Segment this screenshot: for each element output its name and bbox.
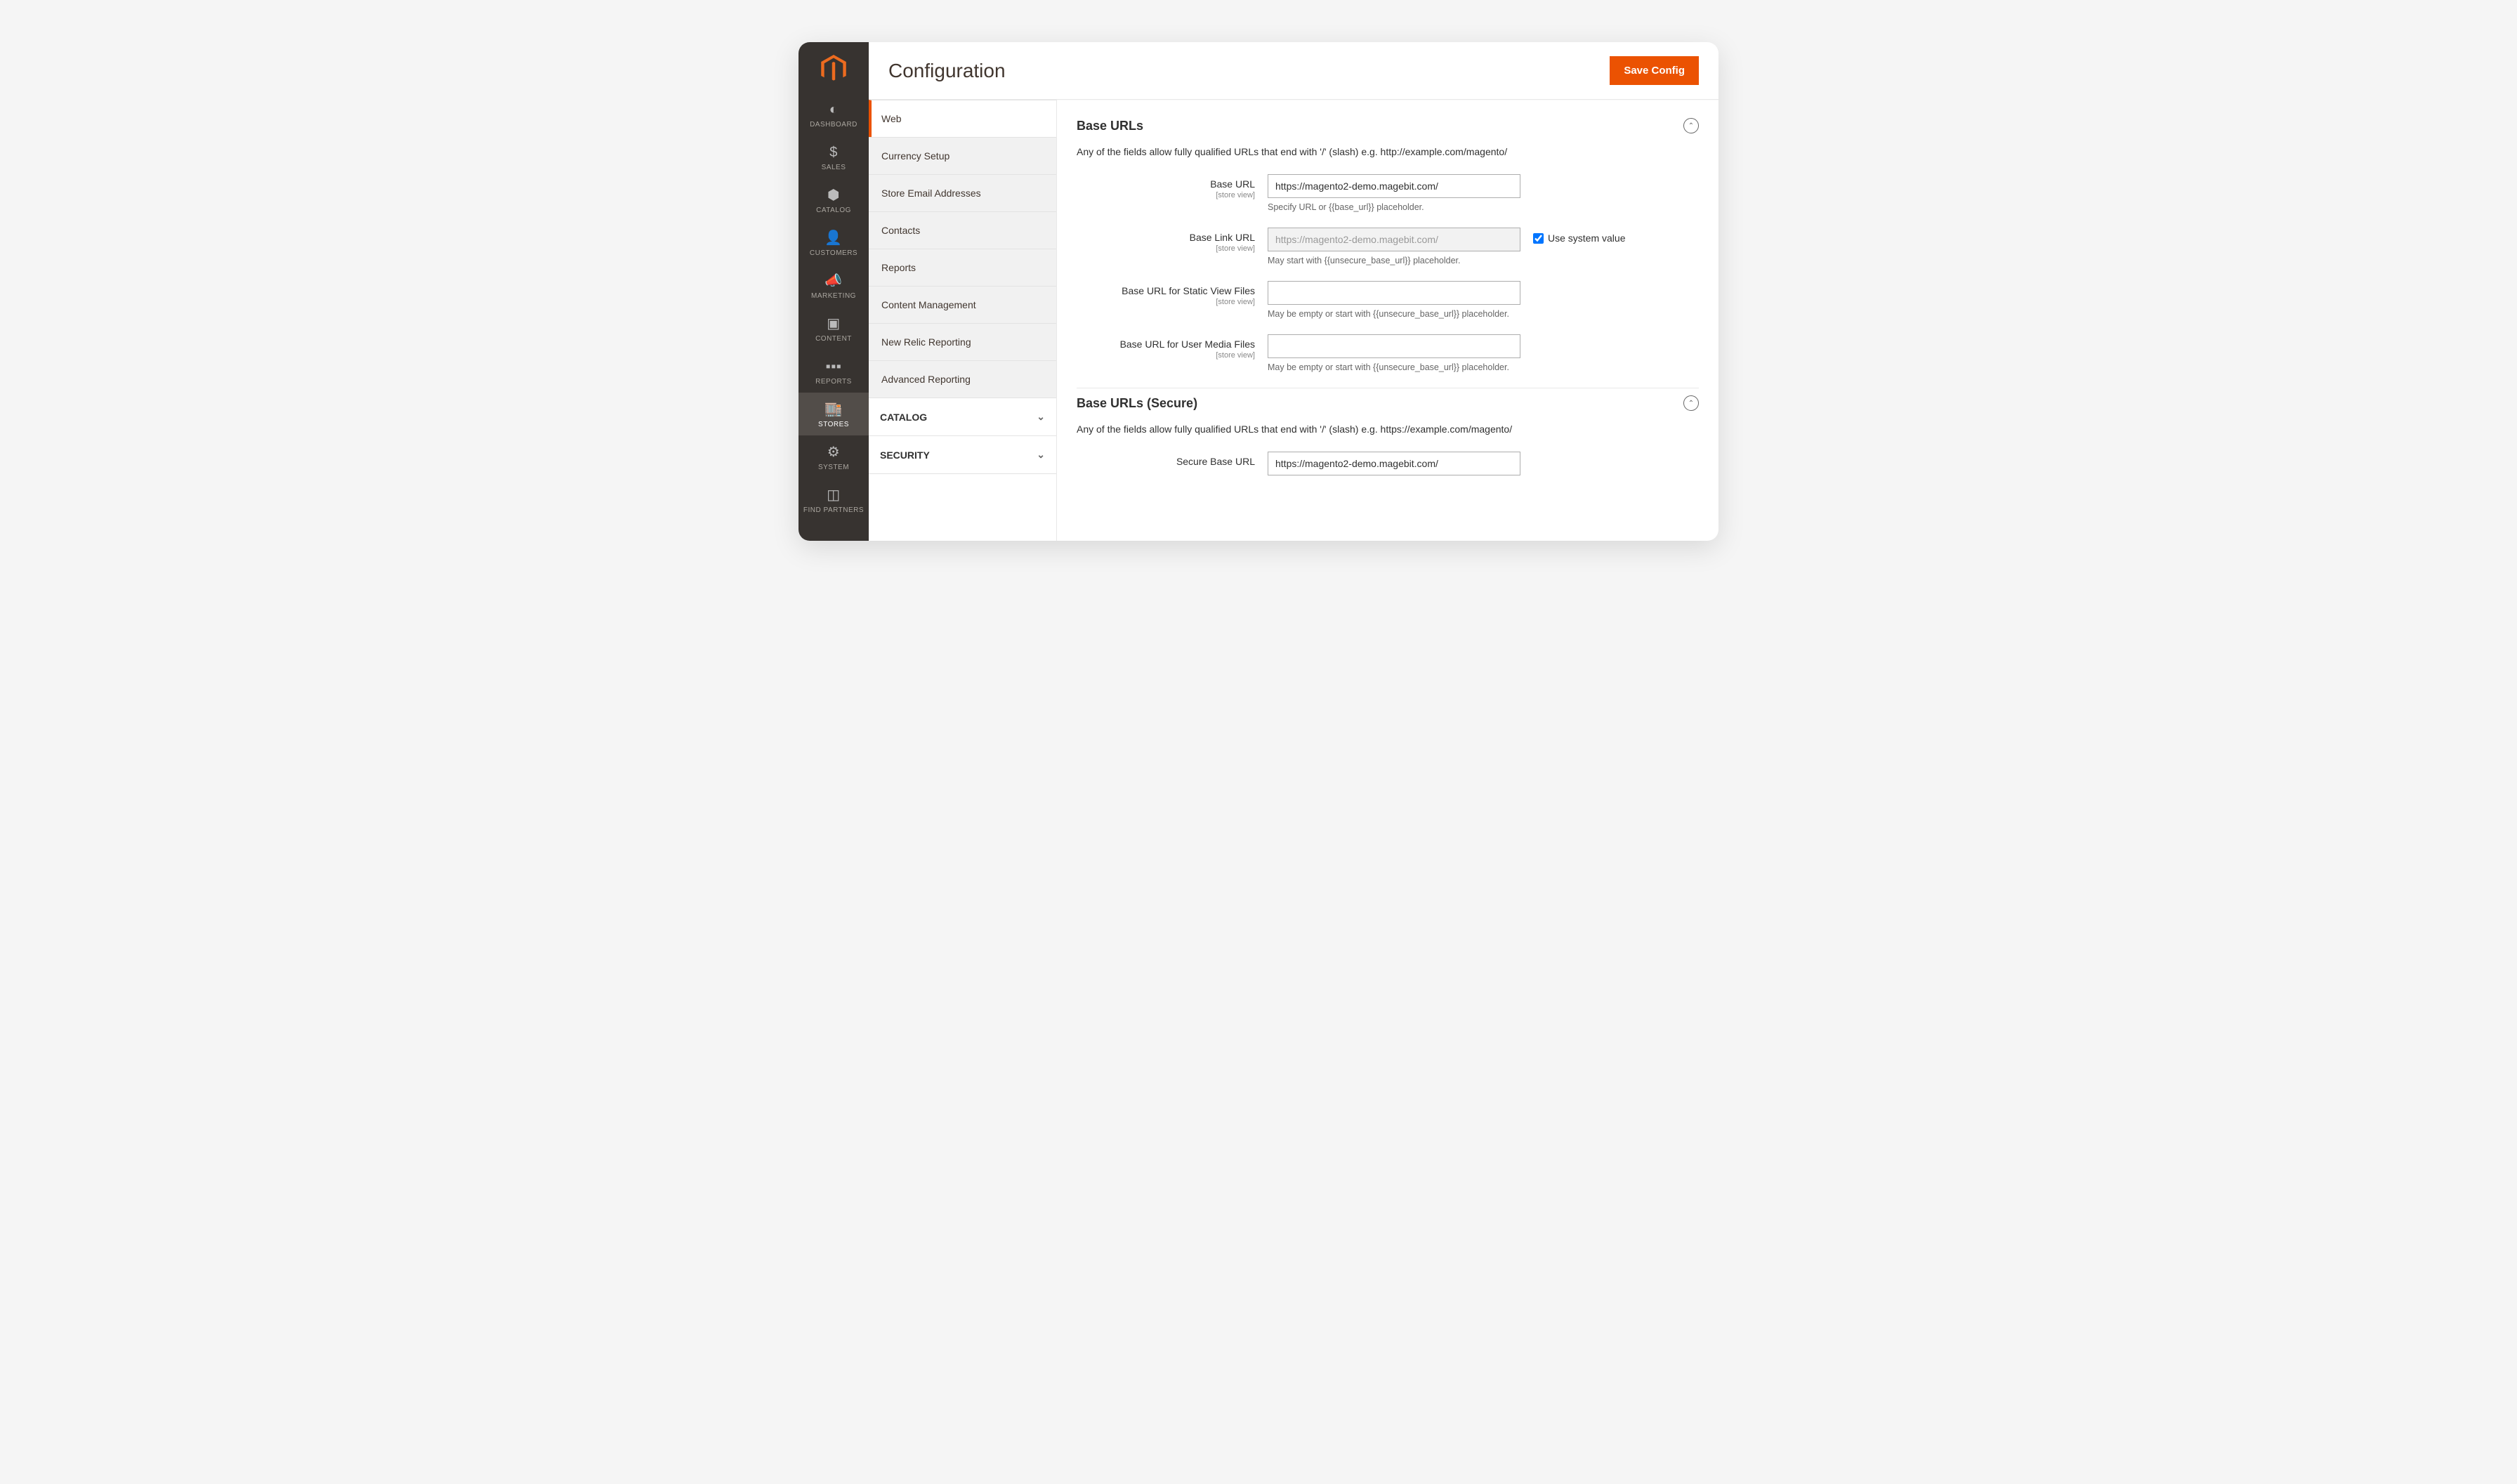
main: Configuration Save Config Web Currency S… xyxy=(869,42,1718,541)
sidebar-item-reports[interactable]: Reports xyxy=(869,249,1056,286)
field-scope: [store view] xyxy=(1077,244,1255,253)
nav-marketing[interactable]: 📣MARKETING xyxy=(799,264,869,307)
sidebar-item-currency-setup[interactable]: Currency Setup xyxy=(869,137,1056,174)
use-system-value-checkbox[interactable]: Use system value xyxy=(1520,228,1625,244)
field-scope: [store view] xyxy=(1077,191,1255,199)
base-link-url-input xyxy=(1268,228,1520,251)
gear-icon: ⚙ xyxy=(827,445,840,459)
megaphone-icon: 📣 xyxy=(824,274,842,288)
save-config-button[interactable]: Save Config xyxy=(1610,56,1699,85)
field-base-url-media: Base URL for User Media Files [store vie… xyxy=(1077,334,1699,372)
page-title: Configuration xyxy=(888,60,1006,82)
page-header: Configuration Save Config xyxy=(869,42,1718,100)
person-icon: 👤 xyxy=(824,231,842,245)
helper-text: Any of the fields allow fully qualified … xyxy=(1077,143,1699,174)
fieldset-base-urls[interactable]: Base URLs ⌃ xyxy=(1077,111,1699,143)
field-note: May be empty or start with {{unsecure_ba… xyxy=(1268,309,1520,319)
cube-icon: ⬢ xyxy=(827,188,840,202)
use-system-value-input[interactable] xyxy=(1533,233,1544,244)
gauge-icon: ◐ xyxy=(829,103,839,117)
body: Web Currency Setup Store Email Addresses… xyxy=(869,100,1718,541)
field-label: Base URL xyxy=(1077,178,1255,190)
field-scope: [store view] xyxy=(1077,351,1255,360)
fieldset-base-urls-secure[interactable]: Base URLs (Secure) ⌃ xyxy=(1077,388,1699,421)
config-sidebar: Web Currency Setup Store Email Addresses… xyxy=(869,100,1057,541)
admin-window: ◐DASHBOARD $SALES ⬢CATALOG 👤CUSTOMERS 📣M… xyxy=(799,42,1718,541)
fieldset-title: Base URLs (Secure) xyxy=(1077,396,1197,411)
sidebar-item-contacts[interactable]: Contacts xyxy=(869,211,1056,249)
helper-text: Any of the fields allow fully qualified … xyxy=(1077,421,1699,452)
nav-content[interactable]: ▣CONTENT xyxy=(799,307,869,350)
sidebar-item-web[interactable]: Web xyxy=(869,100,1056,137)
field-label: Base URL for User Media Files xyxy=(1077,339,1255,350)
static-url-input[interactable] xyxy=(1268,281,1520,305)
sidebar-section-stub xyxy=(869,473,1056,494)
content: Base URLs ⌃ Any of the fields allow full… xyxy=(1057,100,1718,541)
fieldset-title: Base URLs xyxy=(1077,119,1143,133)
field-base-link-url: Base Link URL [store view] May start wit… xyxy=(1077,228,1699,265)
blocks-icon: ◫ xyxy=(827,488,840,502)
checkbox-label: Use system value xyxy=(1548,232,1625,244)
nav-reports[interactable]: ▪▪▪REPORTS xyxy=(799,350,869,393)
nav-stores[interactable]: 🏬STORES xyxy=(799,393,869,435)
field-label: Secure Base URL xyxy=(1077,456,1255,467)
sidebar-item-content-management[interactable]: Content Management xyxy=(869,286,1056,323)
field-secure-base-url: Secure Base URL xyxy=(1077,452,1699,475)
field-note: May be empty or start with {{unsecure_ba… xyxy=(1268,362,1520,372)
field-scope: [store view] xyxy=(1077,298,1255,306)
storefront-icon: 🏬 xyxy=(824,402,842,416)
field-label: Base Link URL xyxy=(1077,232,1255,243)
sidebar-item-new-relic[interactable]: New Relic Reporting xyxy=(869,323,1056,360)
field-label: Base URL for Static View Files xyxy=(1077,285,1255,296)
sidebar-section-label: SECURITY xyxy=(880,449,930,461)
collapse-icon[interactable]: ⌃ xyxy=(1683,395,1699,411)
sidebar-item-advanced-reporting[interactable]: Advanced Reporting xyxy=(869,360,1056,398)
dollar-icon: $ xyxy=(829,145,838,159)
admin-nav: ◐DASHBOARD $SALES ⬢CATALOG 👤CUSTOMERS 📣M… xyxy=(799,42,869,541)
nav-catalog[interactable]: ⬢CATALOG xyxy=(799,178,869,221)
collapse-icon[interactable]: ⌃ xyxy=(1683,118,1699,133)
field-note: May start with {{unsecure_base_url}} pla… xyxy=(1268,256,1520,265)
sidebar-section-security[interactable]: SECURITY ⌄ xyxy=(869,435,1056,473)
sidebar-section-catalog[interactable]: CATALOG ⌄ xyxy=(869,398,1056,435)
field-base-url-static: Base URL for Static View Files [store vi… xyxy=(1077,281,1699,319)
nav-partners[interactable]: ◫FIND PARTNERS xyxy=(799,478,869,521)
chevron-down-icon: ⌄ xyxy=(1037,411,1045,423)
chevron-down-icon: ⌄ xyxy=(1037,449,1045,461)
base-url-input[interactable] xyxy=(1268,174,1520,198)
layout-icon: ▣ xyxy=(827,317,840,331)
sidebar-section-label: CATALOG xyxy=(880,412,927,423)
nav-sales[interactable]: $SALES xyxy=(799,136,869,178)
nav-customers[interactable]: 👤CUSTOMERS xyxy=(799,221,869,264)
bars-icon: ▪▪▪ xyxy=(826,360,842,374)
magento-logo[interactable] xyxy=(799,42,869,93)
nav-system[interactable]: ⚙SYSTEM xyxy=(799,435,869,478)
field-note: Specify URL or {{base_url}} placeholder. xyxy=(1268,202,1520,212)
sidebar-item-store-email[interactable]: Store Email Addresses xyxy=(869,174,1056,211)
nav-dashboard[interactable]: ◐DASHBOARD xyxy=(799,93,869,136)
field-base-url: Base URL [store view] Specify URL or {{b… xyxy=(1077,174,1699,212)
secure-base-url-input[interactable] xyxy=(1268,452,1520,475)
media-url-input[interactable] xyxy=(1268,334,1520,358)
